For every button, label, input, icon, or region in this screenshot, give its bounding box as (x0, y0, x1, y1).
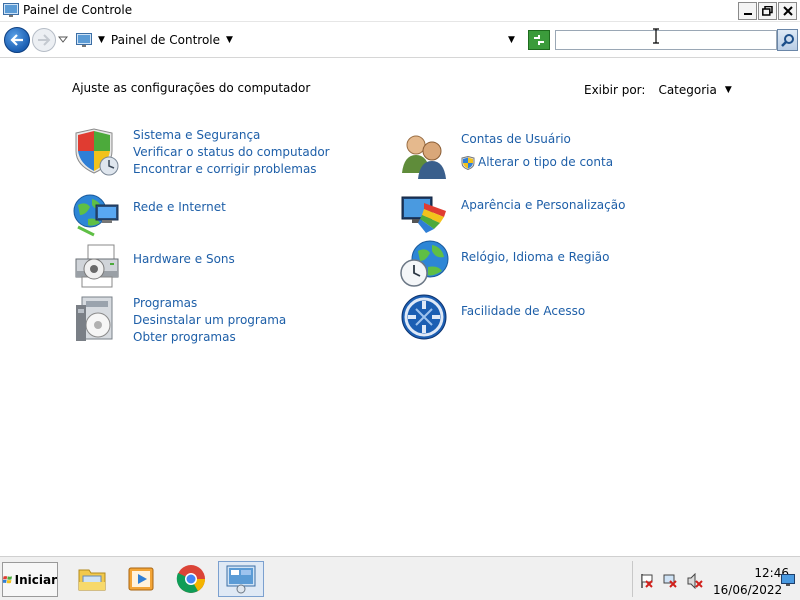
control-panel-icon (3, 3, 19, 17)
rede-e-internet-link[interactable]: Rede e Internet (133, 199, 226, 216)
view-by-label: Exibir por: (584, 83, 646, 97)
start-button[interactable]: Iniciar (2, 562, 58, 597)
search-icon (780, 34, 794, 47)
sistema-e-seguranca-link[interactable]: Sistema e Segurança (133, 127, 330, 144)
recent-pages-icon[interactable] (58, 34, 68, 44)
control-panel-content: Ajuste as configurações do computador Ex… (0, 59, 800, 556)
navigation-bar: ▼ Painel de Controle ▼ ▼ (0, 22, 800, 58)
view-by-select[interactable]: Categoria (658, 83, 716, 97)
relogio-idioma-regiao-link[interactable]: Relógio, Idioma e Região (461, 249, 610, 266)
text-cursor-icon (653, 28, 659, 44)
facilidade-de-acesso-link[interactable]: Facilidade de Acesso (461, 303, 585, 320)
appearance-icon (401, 196, 446, 233)
clock-date[interactable]: 16/06/2022 (713, 583, 782, 597)
view-by-control: Exibir por: Categoria ▼ (584, 83, 732, 97)
windows-logo-icon (3, 575, 13, 583)
search-button[interactable] (777, 29, 798, 51)
control-panel-icon (226, 565, 256, 594)
obter-programas-link[interactable]: Obter programas (133, 329, 286, 346)
title-bar: Painel de Controle (0, 0, 800, 22)
show-desktop-icon[interactable] (781, 574, 795, 586)
taskbar-app-explorer[interactable] (69, 561, 115, 597)
file-explorer-icon (78, 569, 106, 591)
breadcrumb-item[interactable]: Painel de Controle (111, 33, 220, 47)
action-center-icon[interactable] (639, 573, 655, 589)
chrome-icon (176, 565, 205, 593)
arrow-left-icon (10, 34, 23, 46)
verificar-status-link[interactable]: Verificar o status do computador (133, 144, 330, 161)
address-history-dropdown-icon[interactable]: ▼ (508, 35, 515, 45)
close-icon (782, 6, 793, 16)
taskbar-app-media-player[interactable] (118, 561, 164, 597)
alterar-tipo-conta-label: Alterar o tipo de conta (478, 155, 614, 169)
contas-de-usuario-link[interactable]: Contas de Usuário (461, 131, 613, 148)
taskbar-app-chrome[interactable] (168, 561, 214, 597)
uac-shield-icon (461, 155, 475, 170)
chevron-down-icon[interactable]: ▼ (725, 85, 732, 95)
clock-globe-icon (400, 240, 449, 287)
volume-muted-icon[interactable] (687, 573, 703, 589)
network-status-icon[interactable] (663, 573, 679, 589)
taskbar-app-control-panel[interactable] (218, 561, 264, 597)
search-input[interactable] (555, 30, 777, 50)
forward-button[interactable] (32, 28, 56, 52)
system-tray: 12:46 16/06/2022 (632, 561, 798, 597)
restore-icon (762, 6, 773, 16)
breadcrumb-root-arrow-icon[interactable]: ▼ (98, 35, 105, 45)
address-bar[interactable]: ▼ Painel de Controle ▼ (72, 28, 522, 52)
users-icon (402, 135, 446, 179)
hardware-e-sons-link[interactable]: Hardware e Sons (133, 251, 235, 268)
refresh-icon (534, 35, 544, 45)
programas-link[interactable]: Programas (133, 295, 286, 312)
aparencia-personalizacao-link[interactable]: Aparência e Personalização (461, 197, 625, 214)
media-player-icon (128, 567, 154, 591)
arrow-right-icon (38, 34, 51, 46)
alterar-tipo-conta-link[interactable]: Alterar o tipo de conta (461, 154, 613, 171)
minimize-icon (743, 13, 752, 15)
control-panel-icon (76, 32, 92, 47)
shield-icon (75, 128, 119, 176)
page-heading: Ajuste as configurações do computador (72, 81, 311, 95)
start-label: Iniciar (14, 572, 57, 587)
network-globe-icon (73, 194, 119, 237)
ease-of-access-icon (401, 294, 447, 340)
restore-button[interactable] (758, 2, 777, 20)
close-button[interactable] (778, 2, 797, 20)
back-button[interactable] (4, 27, 30, 53)
minimize-button[interactable] (738, 2, 757, 20)
encontrar-corrigir-link[interactable]: Encontrar e corrigir problemas (133, 161, 330, 178)
breadcrumb-arrow-icon[interactable]: ▼ (226, 35, 233, 45)
printer-icon (75, 244, 119, 288)
refresh-button[interactable] (528, 30, 550, 50)
clock-time[interactable]: 12:46 (729, 566, 789, 580)
taskbar: Iniciar 12:46 16/06/2022 (0, 556, 800, 600)
programs-icon (76, 296, 113, 341)
desinstalar-programa-link[interactable]: Desinstalar um programa (133, 312, 286, 329)
window-title: Painel de Controle (23, 3, 133, 17)
